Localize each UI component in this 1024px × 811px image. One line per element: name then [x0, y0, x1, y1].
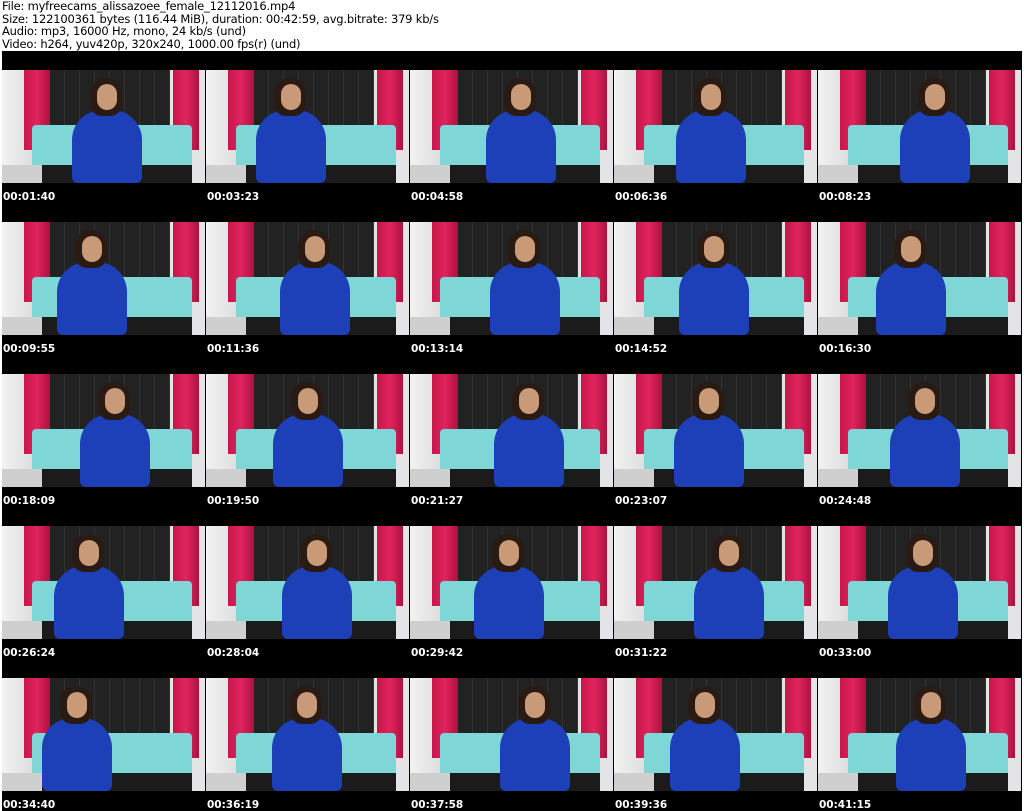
timestamp-label: 00:36:19	[207, 799, 260, 811]
timestamp-label: 00:24:48	[819, 495, 872, 507]
thumbnail-grid: 00:01:40 00:03:23 00:04:58 00:06:36 00:0…	[2, 51, 1022, 811]
thumbnail-cell[interactable]: 00:21:27	[410, 355, 614, 507]
thumbnail-cell[interactable]: 00:09:55	[2, 203, 206, 355]
thumbnail-cell[interactable]: 00:04:58	[410, 51, 614, 203]
video-frame-thumbnail	[206, 526, 409, 639]
video-frame-thumbnail	[410, 678, 613, 791]
video-frame-thumbnail	[818, 70, 1021, 183]
thumbnail-cell[interactable]: 00:19:50	[206, 355, 410, 507]
thumbnail-cell[interactable]: 00:03:23	[206, 51, 410, 203]
video-frame-thumbnail	[2, 678, 205, 791]
timestamp-label: 00:29:42	[411, 647, 464, 659]
timestamp-label: 00:34:40	[3, 799, 56, 811]
video-frame-thumbnail	[2, 70, 205, 183]
video-frame-thumbnail	[206, 374, 409, 487]
timestamp-label: 00:37:58	[411, 799, 464, 811]
timestamp-label: 00:33:00	[819, 647, 872, 659]
timestamp-label: 00:06:36	[615, 191, 668, 203]
thumbnail-cell[interactable]: 00:24:48	[818, 355, 1022, 507]
timestamp-label: 00:26:24	[3, 647, 56, 659]
thumbnail-cell[interactable]: 00:33:00	[818, 507, 1022, 659]
timestamp-label: 00:19:50	[207, 495, 260, 507]
video-frame-thumbnail	[2, 374, 205, 487]
video-frame-thumbnail	[2, 526, 205, 639]
thumbnail-cell[interactable]: 00:37:58	[410, 659, 614, 811]
video-frame-thumbnail	[818, 526, 1021, 639]
video-frame-thumbnail	[614, 70, 817, 183]
timestamp-label: 00:14:52	[615, 343, 668, 355]
timestamp-label: 00:41:15	[819, 799, 872, 811]
timestamp-label: 00:03:23	[207, 191, 260, 203]
thumbnail-cell[interactable]: 00:16:30	[818, 203, 1022, 355]
thumbnail-cell[interactable]: 00:08:23	[818, 51, 1022, 203]
thumbnail-cell[interactable]: 00:41:15	[818, 659, 1022, 811]
audio-info: Audio: mp3, 16000 Hz, mono, 24 kb/s (und…	[2, 24, 246, 38]
timestamp-label: 00:08:23	[819, 191, 872, 203]
video-frame-thumbnail	[2, 222, 205, 335]
timestamp-label: 00:21:27	[411, 495, 464, 507]
timestamp-label: 00:09:55	[3, 343, 56, 355]
thumbnail-cell[interactable]: 00:23:07	[614, 355, 818, 507]
video-frame-thumbnail	[206, 678, 409, 791]
file-name: File: myfreecams_alissazoee_female_12112…	[2, 0, 296, 13]
thumbnail-cell[interactable]: 00:01:40	[2, 51, 206, 203]
video-frame-thumbnail	[614, 222, 817, 335]
timestamp-label: 00:31:22	[615, 647, 668, 659]
thumbnail-cell[interactable]: 00:28:04	[206, 507, 410, 659]
video-info: Video: h264, yuv420p, 320x240, 1000.00 f…	[2, 36, 301, 51]
video-frame-thumbnail	[410, 70, 613, 183]
timestamp-label: 00:18:09	[3, 495, 56, 507]
video-frame-thumbnail	[206, 70, 409, 183]
video-frame-thumbnail	[410, 526, 613, 639]
thumbnail-cell[interactable]: 00:18:09	[2, 355, 206, 507]
video-frame-thumbnail	[818, 374, 1021, 487]
video-frame-thumbnail	[410, 374, 613, 487]
video-frame-thumbnail	[818, 222, 1021, 335]
thumbnail-cell[interactable]: 00:13:14	[410, 203, 614, 355]
timestamp-label: 00:04:58	[411, 191, 464, 203]
timestamp-label: 00:39:36	[615, 799, 668, 811]
video-frame-thumbnail	[818, 678, 1021, 791]
thumbnail-cell[interactable]: 00:36:19	[206, 659, 410, 811]
thumbnail-cell[interactable]: 00:26:24	[2, 507, 206, 659]
video-frame-thumbnail	[206, 222, 409, 335]
thumbnail-cell[interactable]: 00:06:36	[614, 51, 818, 203]
thumbnail-cell[interactable]: 00:29:42	[410, 507, 614, 659]
timestamp-label: 00:16:30	[819, 343, 872, 355]
thumbnail-cell[interactable]: 00:11:36	[206, 203, 410, 355]
video-frame-thumbnail	[614, 678, 817, 791]
video-frame-thumbnail	[614, 526, 817, 639]
file-info: File: myfreecams_alissazoee_female_12112…	[2, 0, 439, 50]
timestamp-label: 00:23:07	[615, 495, 668, 507]
thumbnail-cell[interactable]: 00:39:36	[614, 659, 818, 811]
video-frame-thumbnail	[410, 222, 613, 335]
video-frame-thumbnail	[614, 374, 817, 487]
thumbnail-cell[interactable]: 00:14:52	[614, 203, 818, 355]
thumbnail-cell[interactable]: 00:34:40	[2, 659, 206, 811]
thumbnail-cell[interactable]: 00:31:22	[614, 507, 818, 659]
timestamp-label: 00:01:40	[3, 191, 56, 203]
timestamp-label: 00:13:14	[411, 343, 464, 355]
timestamp-label: 00:28:04	[207, 647, 260, 659]
timestamp-label: 00:11:36	[207, 343, 260, 355]
